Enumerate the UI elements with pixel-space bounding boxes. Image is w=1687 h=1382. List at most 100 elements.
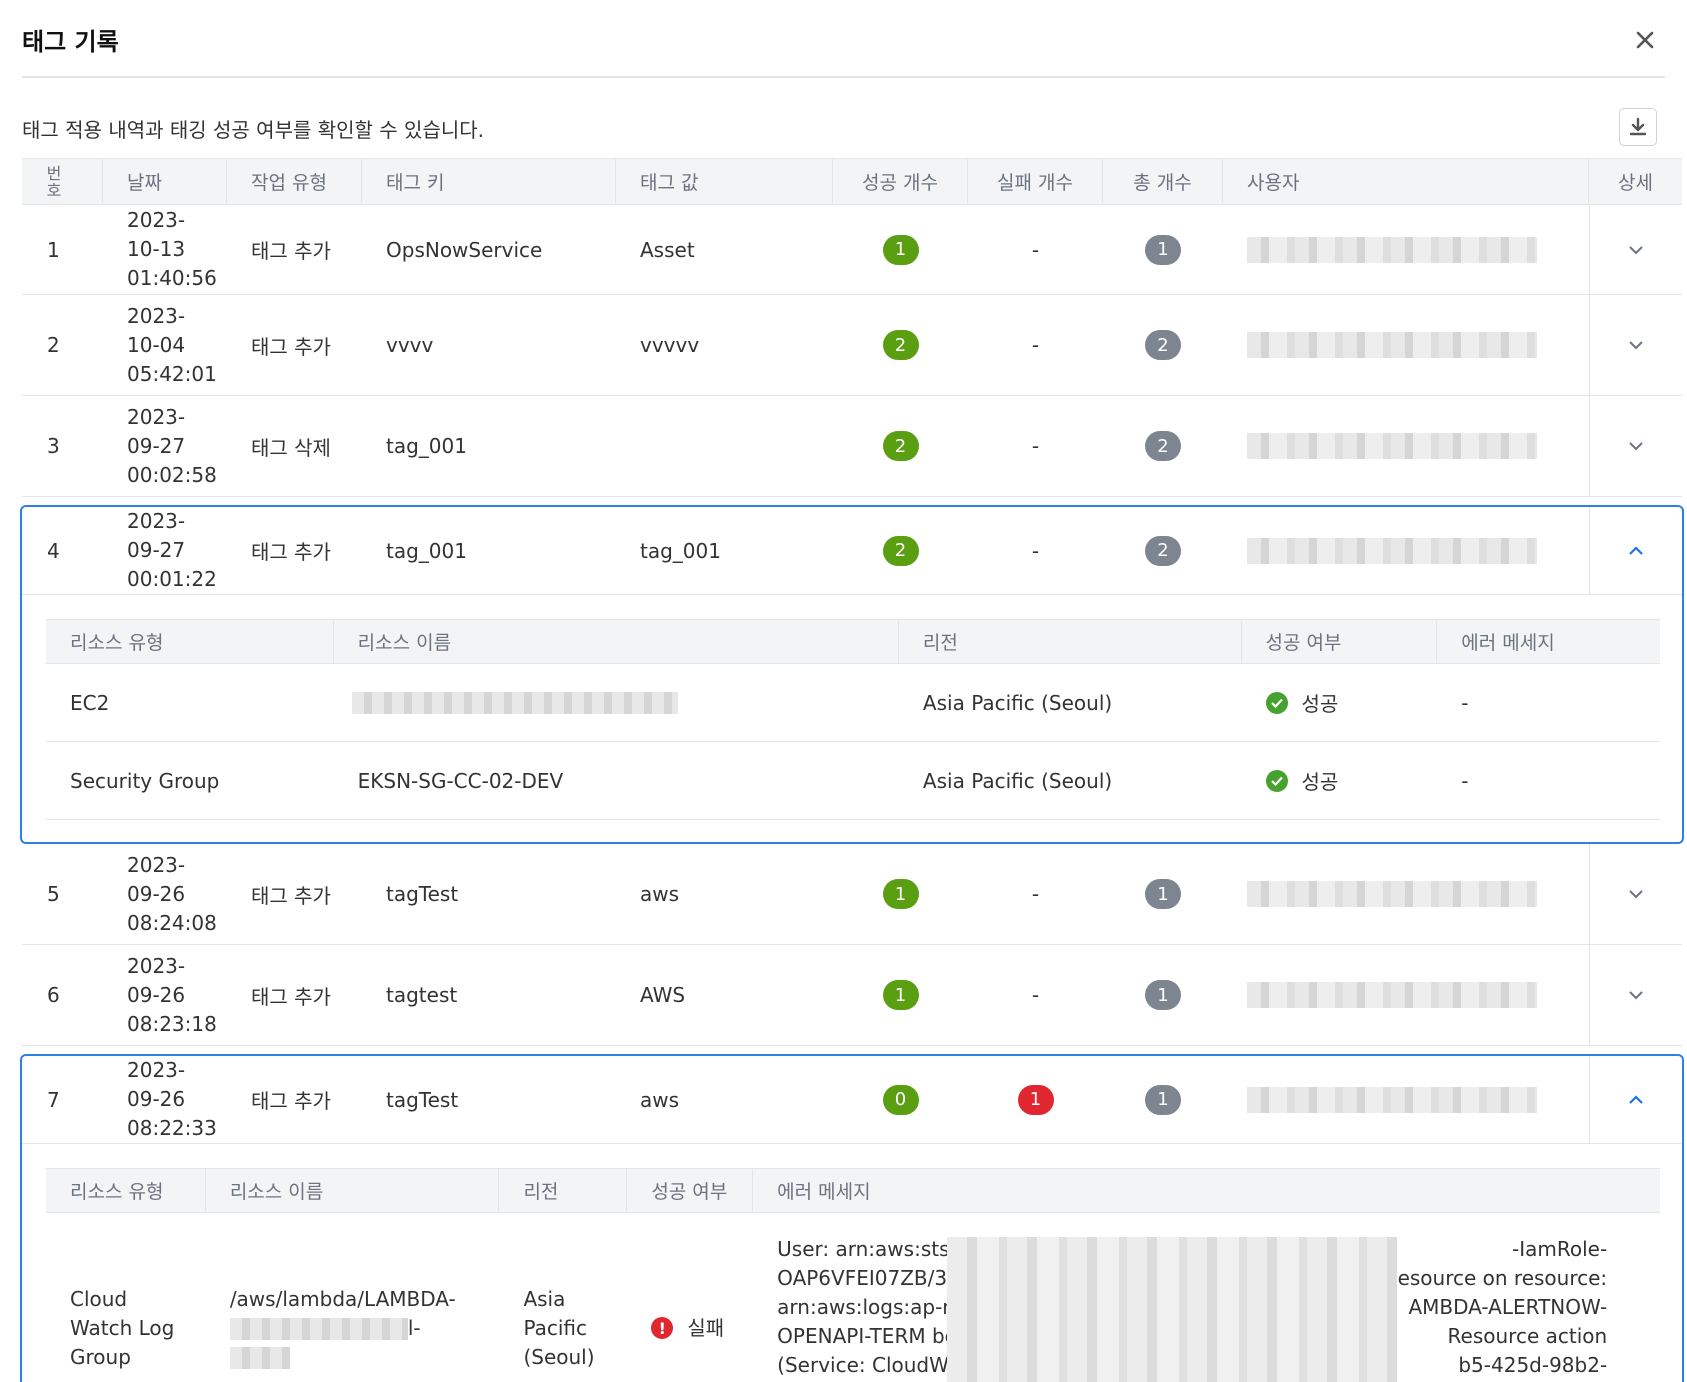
close-button[interactable] <box>1625 20 1665 60</box>
error-text: User: arn:aws:sts:: <box>777 1237 963 1261</box>
expand-button[interactable] <box>1589 295 1682 395</box>
row-fail: - <box>1031 538 1040 563</box>
error-text: AMBDA-ALERTNOW- <box>1408 1295 1608 1319</box>
error-text: OPENAPI-TERM be <box>777 1324 957 1348</box>
date-time: 08:23:18 <box>127 1011 217 1036</box>
table-row[interactable]: 7 2023- 09-26 08:22:33 태그 추가 tagTest aws 0… <box>22 1056 1682 1144</box>
date-time: 08:22:33 <box>127 1116 217 1140</box>
sub-col-rname: 리소스 이름 <box>206 1169 500 1212</box>
resource-type: Cloud Watch Log Group <box>46 1213 206 1382</box>
col-num: 번호 <box>22 159 103 204</box>
row-date: 2023- 10-04 05:42:01 <box>103 295 227 395</box>
chevron-up-icon <box>1629 545 1643 555</box>
date-time: 00:02:58 <box>127 462 217 487</box>
user-redacted <box>1247 332 1537 358</box>
row-value: Asset <box>640 237 695 262</box>
rname-line: /aws/lambda/LAMBDA- <box>229 1286 456 1311</box>
error-text: OAP6VFEI07ZB/37 <box>777 1266 960 1290</box>
download-icon <box>1629 117 1647 136</box>
resource-row: Security Group EKSN-SG-CC-02-DEV Asia Pa… <box>46 742 1660 820</box>
resource-row: Cloud Watch Log Group /aws/lambda/LAMBDA-l… <box>46 1213 1660 1382</box>
row-num: 7 <box>47 1087 60 1112</box>
row-success: 2 <box>833 295 968 395</box>
table-row[interactable]: 1 2023- 10-13 01:40:56 태그 추가 OpsNowService… <box>22 205 1682 295</box>
rtype-line: Cloud <box>70 1286 128 1311</box>
col-user: 사용자 <box>1223 159 1589 204</box>
tag-history-dialog: 태그 기록 태그 적용 내역과 태깅 성공 여부를 확인할 수 있습니다. 번호… <box>0 0 1687 1382</box>
collapse-button[interactable] <box>1589 507 1682 594</box>
resource-status: 성공 <box>1242 742 1438 819</box>
expand-button[interactable] <box>1589 205 1682 294</box>
chevron-down-icon <box>1629 341 1643 350</box>
rtype-line: Group <box>70 1344 131 1369</box>
table-row[interactable]: 2 2023- 10-04 05:42:01 태그 추가 vvvv vvvvv 2 … <box>22 295 1682 396</box>
success-badge: 2 <box>882 330 919 360</box>
resource-error: - <box>1461 768 1469 793</box>
row-success: 1 <box>833 945 968 1045</box>
resource-error: User: arn:aws:sts:: -IamRole- OAP6VFEI07Z… <box>753 1213 1660 1382</box>
row-date: 2023- 09-26 08:24:08 <box>103 844 227 944</box>
status-label: 성공 <box>1301 692 1339 716</box>
collapse-button[interactable] <box>1589 1056 1682 1143</box>
row-date: 2023- 09-26 08:22:33 <box>103 1056 227 1143</box>
col-total: 총 개수 <box>1103 159 1223 204</box>
date-time: 08:24:08 <box>127 910 217 935</box>
resource-table: 리소스 유형 리소스 이름 리전 성공 여부 에러 메세지 EC2 Asia P… <box>46 619 1660 820</box>
row-type: 태그 추가 <box>251 984 331 1009</box>
row-fail: - <box>1031 434 1040 458</box>
date-year: 2023- <box>127 509 186 533</box>
chevron-down-icon <box>1629 890 1643 899</box>
date-time: 05:42:01 <box>127 361 217 386</box>
success-badge: 1 <box>882 234 919 265</box>
resource-name: EKSN-SG-CC-02-DEV <box>357 768 564 793</box>
user-redacted <box>1247 982 1537 1008</box>
table-row[interactable]: 6 2023- 09-26 08:23:18 태그 추가 tagtest AWS 1… <box>22 945 1682 1046</box>
error-text: esource on resource: <box>1397 1266 1608 1290</box>
resource-region: Asia Pacific (Seoul) <box>499 1213 627 1382</box>
region-line: (Seoul) <box>523 1344 595 1369</box>
table-row[interactable]: 4 2023- 09-27 00:01:22 태그 추가 tag_001 tag_0… <box>22 507 1682 595</box>
row-value: vvvvv <box>640 333 700 357</box>
expand-button[interactable] <box>1589 396 1682 496</box>
error-text: arn:aws:logs:ap-no <box>777 1295 968 1319</box>
tag-history-table: 번호 날짜 작업 유형 태그 키 태그 값 성공 개수 실패 개수 총 개수 사… <box>20 158 1684 1382</box>
table-row[interactable]: 5 2023- 09-26 08:24:08 태그 추가 tagTest aws 1… <box>22 844 1682 945</box>
col-value: 태그 값 <box>616 159 833 204</box>
check-circle-icon <box>1265 769 1288 792</box>
date-year: 2023- <box>127 1058 186 1082</box>
col-fail: 실패 개수 <box>968 159 1103 204</box>
sub-col-error: 에러 메세지 <box>777 1181 871 1203</box>
row-value: tag_001 <box>640 538 721 563</box>
error-text: b5-425d-98b2- <box>1458 1353 1608 1377</box>
col-num-label: 번호 <box>46 163 62 200</box>
expand-button[interactable] <box>1589 945 1682 1045</box>
resource-error: - <box>1461 690 1469 715</box>
success-badge: 1 <box>882 980 919 1010</box>
row-user <box>1223 205 1589 294</box>
success-badge: 2 <box>882 535 919 566</box>
row-date: 2023- 09-27 00:01:22 <box>103 507 227 594</box>
row-total: 1 <box>1103 1056 1223 1143</box>
table-header: 번호 날짜 작업 유형 태그 키 태그 값 성공 개수 실패 개수 총 개수 사… <box>22 158 1682 205</box>
user-redacted <box>1247 433 1537 459</box>
sub-col-rname: 리소스 이름 <box>334 620 899 663</box>
row-success: 0 <box>833 1056 968 1143</box>
col-key: 태그 키 <box>362 159 616 204</box>
row-user <box>1223 945 1589 1045</box>
row-num: 5 <box>47 882 60 906</box>
success-badge: 1 <box>882 879 919 909</box>
row-key: tag_001 <box>386 538 467 563</box>
row-user <box>1223 1056 1589 1143</box>
download-button[interactable] <box>1619 108 1657 146</box>
row-fail: - <box>1031 882 1040 906</box>
date-year: 2023- <box>127 404 186 429</box>
close-icon <box>1636 31 1654 49</box>
row-total: 2 <box>1103 396 1223 496</box>
rname-line-redacted <box>229 1343 456 1372</box>
expand-button[interactable] <box>1589 844 1682 944</box>
date-day: 10-13 <box>127 237 186 261</box>
status-label: 실패 <box>687 1315 725 1340</box>
table-row[interactable]: 3 2023- 09-27 00:02:58 태그 삭제 tag_001 2 - 2 <box>22 396 1682 497</box>
col-detail: 상세 <box>1618 172 1653 194</box>
row-user <box>1223 844 1589 944</box>
